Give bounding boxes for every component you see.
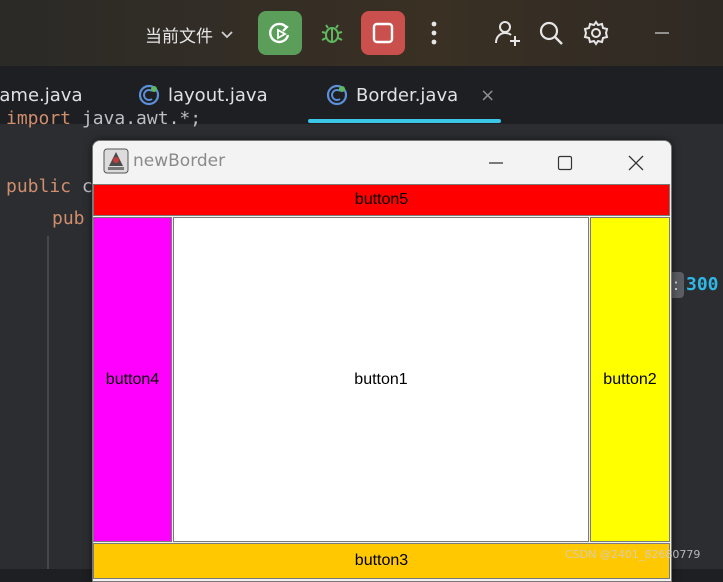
indent-guide (47, 236, 49, 569)
active-tab-indicator (308, 119, 501, 123)
rerun-icon (269, 22, 290, 44)
chevron-down-icon (221, 31, 233, 39)
java-app-icon (103, 148, 129, 174)
settings-button[interactable] (574, 11, 618, 55)
maximize-icon (557, 155, 573, 171)
run-config-label: 当前文件 (145, 26, 213, 47)
tab-label: Border.java (356, 84, 459, 106)
window-close-button[interactable] (621, 149, 651, 177)
code-line: import java.awt.*; (6, 108, 202, 129)
minimize-icon (655, 32, 669, 34)
java-class-icon (138, 84, 160, 106)
window-minimize-button[interactable] (481, 149, 511, 177)
tab-label: layout.java (168, 84, 268, 106)
stop-icon (372, 22, 394, 44)
run-config-selector[interactable]: 当前文件 (145, 20, 235, 48)
tab-label: rame.java (0, 84, 83, 106)
ide-toolbar: 当前文件 (0, 0, 723, 66)
button-north[interactable]: button5 (93, 184, 670, 216)
minimize-icon (489, 162, 503, 164)
window-title: newBorder (133, 151, 226, 171)
gear-icon (583, 20, 609, 46)
watermark: CSDN @2401_82680779 (565, 548, 701, 561)
code-line: public c (6, 176, 93, 197)
window-title-bar[interactable]: newBorder (93, 141, 671, 184)
rerun-button[interactable] (258, 11, 302, 55)
stop-button[interactable] (361, 11, 405, 55)
inlay-hint-value: 300 (686, 274, 719, 295)
search-icon (539, 21, 563, 45)
debug-button[interactable] (310, 11, 354, 55)
button-west[interactable]: button4 (93, 217, 172, 542)
add-user-icon (495, 21, 520, 46)
tab-border-java[interactable]: Border.java × (326, 66, 495, 124)
more-vertical-icon (431, 21, 437, 45)
more-options-button[interactable] (412, 11, 456, 55)
ide-minimize-button[interactable] (640, 11, 684, 55)
code-line: pub (52, 208, 85, 229)
add-user-button[interactable] (486, 11, 530, 55)
java-frame-window[interactable]: newBorder button5 button4 button1 button… (92, 140, 672, 582)
bug-icon (321, 24, 343, 43)
window-maximize-button[interactable] (550, 149, 580, 177)
button-center[interactable]: button1 (173, 217, 589, 542)
close-icon[interactable]: × (480, 85, 495, 106)
button-east[interactable]: button2 (590, 217, 670, 542)
java-class-icon (326, 84, 348, 106)
search-button[interactable] (529, 11, 573, 55)
close-icon (628, 155, 644, 171)
